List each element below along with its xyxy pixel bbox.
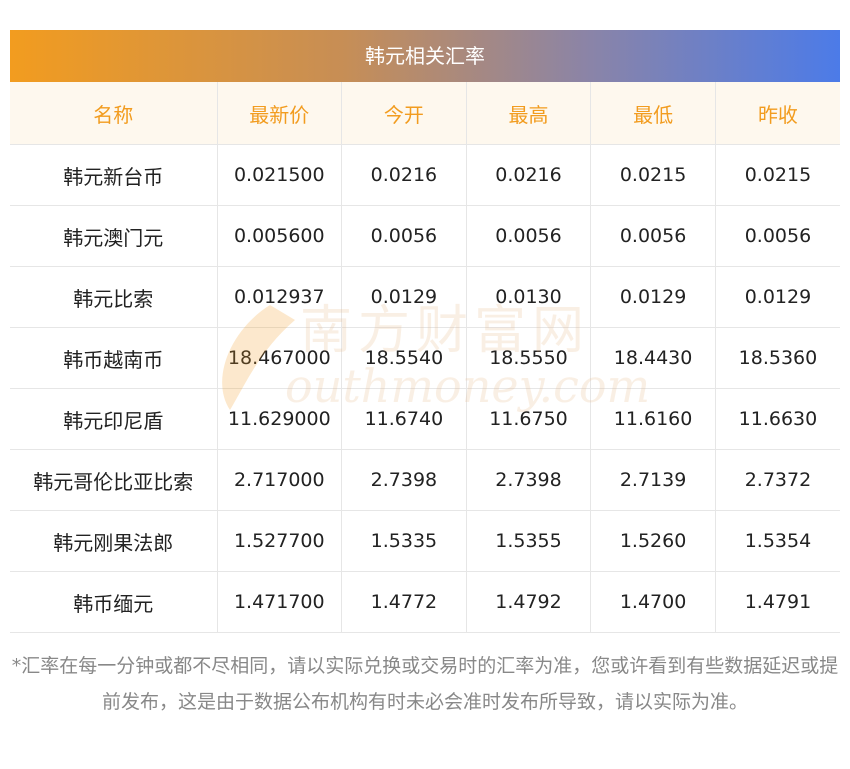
row-name: 韩元比索 bbox=[10, 266, 218, 328]
table-row: 韩元比索 0.012937 0.0129 0.0130 0.0129 0.012… bbox=[10, 266, 840, 328]
row-prev-close: 11.6630 bbox=[715, 388, 840, 450]
table-row: 韩元刚果法郎 1.527700 1.5335 1.5355 1.5260 1.5… bbox=[10, 510, 840, 572]
table-row: 韩元澳门元 0.005600 0.0056 0.0056 0.0056 0.00… bbox=[10, 205, 840, 267]
row-latest: 18.467000 bbox=[217, 327, 343, 389]
row-low: 2.7139 bbox=[590, 449, 716, 511]
row-latest: 0.012937 bbox=[217, 266, 343, 328]
row-low: 0.0215 bbox=[590, 144, 716, 206]
row-latest: 2.717000 bbox=[217, 449, 343, 511]
disclaimer-note: *汇率在每一分钟或都不尽相同，请以实际兑换或交易时的汇率为准，您或许看到有些数据… bbox=[11, 655, 839, 713]
row-open: 18.5540 bbox=[341, 327, 467, 389]
row-prev-close: 18.5360 bbox=[715, 327, 840, 389]
row-latest: 0.005600 bbox=[217, 205, 343, 267]
row-name: 韩元刚果法郎 bbox=[10, 510, 218, 572]
row-open: 1.5335 bbox=[341, 510, 467, 572]
col-header-name: 名称 bbox=[10, 82, 218, 145]
row-name: 韩元印尼盾 bbox=[10, 388, 218, 450]
row-high: 18.5550 bbox=[466, 327, 592, 389]
col-header-high: 最高 bbox=[466, 82, 592, 145]
row-name: 韩币越南币 bbox=[10, 327, 218, 389]
row-open: 0.0056 bbox=[341, 205, 467, 267]
row-high: 0.0216 bbox=[466, 144, 592, 206]
row-name: 韩币缅元 bbox=[10, 571, 218, 633]
rate-card: 韩元相关汇率 名称 最新价 今开 最高 最低 昨收 韩元新台币 0.021500… bbox=[10, 30, 840, 633]
header-row: 名称 最新价 今开 最高 最低 昨收 bbox=[10, 82, 840, 145]
row-open: 1.4772 bbox=[341, 571, 467, 633]
row-high: 1.5355 bbox=[466, 510, 592, 572]
row-high: 0.0056 bbox=[466, 205, 592, 267]
table-row: 韩币缅元 1.471700 1.4772 1.4792 1.4700 1.479… bbox=[10, 571, 840, 633]
col-header-open: 今开 bbox=[341, 82, 467, 145]
row-low: 0.0129 bbox=[590, 266, 716, 328]
row-open: 0.0216 bbox=[341, 144, 467, 206]
row-prev-close: 0.0215 bbox=[715, 144, 840, 206]
row-high: 2.7398 bbox=[466, 449, 592, 511]
table-row: 韩元新台币 0.021500 0.0216 0.0216 0.0215 0.02… bbox=[10, 144, 840, 206]
row-latest: 1.527700 bbox=[217, 510, 343, 572]
row-low: 11.6160 bbox=[590, 388, 716, 450]
row-prev-close: 0.0056 bbox=[715, 205, 840, 267]
rates-table: 名称 最新价 今开 最高 最低 昨收 韩元新台币 0.021500 0.0216… bbox=[10, 82, 840, 633]
row-low: 18.4430 bbox=[590, 327, 716, 389]
row-open: 2.7398 bbox=[341, 449, 467, 511]
col-header-low: 最低 bbox=[590, 82, 716, 145]
table-row: 韩币越南币 18.467000 18.5540 18.5550 18.4430 … bbox=[10, 327, 840, 389]
row-open: 11.6740 bbox=[341, 388, 467, 450]
row-name: 韩元新台币 bbox=[10, 144, 218, 206]
col-header-prev-close: 昨收 bbox=[715, 82, 840, 145]
row-low: 1.4700 bbox=[590, 571, 716, 633]
row-low: 0.0056 bbox=[590, 205, 716, 267]
table-title: 韩元相关汇率 bbox=[10, 30, 840, 82]
row-high: 1.4792 bbox=[466, 571, 592, 633]
row-prev-close: 1.4791 bbox=[715, 571, 840, 633]
table-row: 韩元印尼盾 11.629000 11.6740 11.6750 11.6160 … bbox=[10, 388, 840, 450]
row-name: 韩元澳门元 bbox=[10, 205, 218, 267]
table-row: 韩元哥伦比亚比索 2.717000 2.7398 2.7398 2.7139 2… bbox=[10, 449, 840, 511]
row-high: 11.6750 bbox=[466, 388, 592, 450]
row-prev-close: 2.7372 bbox=[715, 449, 840, 511]
col-header-latest: 最新价 bbox=[217, 82, 343, 145]
row-latest: 0.021500 bbox=[217, 144, 343, 206]
row-open: 0.0129 bbox=[341, 266, 467, 328]
row-name: 韩元哥伦比亚比索 bbox=[10, 449, 218, 511]
row-high: 0.0130 bbox=[466, 266, 592, 328]
row-low: 1.5260 bbox=[590, 510, 716, 572]
row-prev-close: 1.5354 bbox=[715, 510, 840, 572]
row-latest: 1.471700 bbox=[217, 571, 343, 633]
row-latest: 11.629000 bbox=[217, 388, 343, 450]
row-prev-close: 0.0129 bbox=[715, 266, 840, 328]
